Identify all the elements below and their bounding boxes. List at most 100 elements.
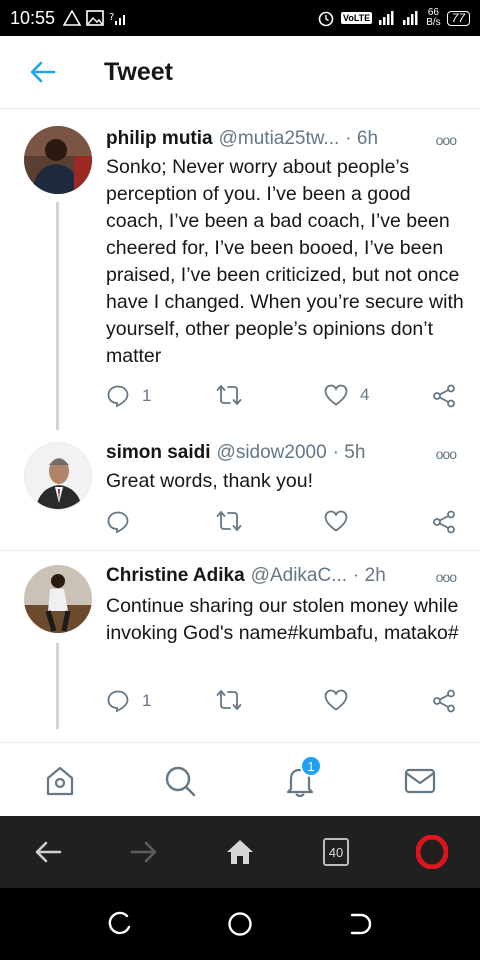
warning-icon [63,10,82,26]
retweet-icon [216,385,242,405]
heart-icon [324,510,348,532]
thread-line [56,202,59,430]
net-speed: 66 B/s [426,8,440,28]
share-button[interactable] [432,384,456,408]
tweet-meta: philip mutia @mutia25tw... · 6h [106,128,460,150]
tweet-actions: 1 4 [106,384,464,414]
like-button[interactable] [324,510,360,532]
forward-arrow-icon [130,841,157,863]
reply-button[interactable] [106,510,142,534]
tweet-3[interactable]: Christine Adika @AdikaC... · 2h ooo Cont… [0,551,480,741]
status-notification-icons: ? [63,10,127,26]
status-right: VoLTE 66 B/s 77 [317,8,470,28]
home-icon [227,840,253,864]
browser-tabs-button[interactable]: 40 [314,832,358,872]
share-icon [433,384,455,408]
more-options-icon[interactable]: ooo [436,446,457,462]
heart-icon [324,689,348,711]
back-button[interactable] [18,47,68,97]
retweet-button[interactable] [216,689,254,711]
browser-toolbar: 40 [0,816,480,888]
reply-button[interactable]: 1 [106,689,151,713]
reply-icon [107,511,129,534]
recents-icon [108,911,131,935]
reply-count: 1 [142,386,152,405]
nav-messages[interactable] [400,761,440,801]
retweet-icon [216,511,242,531]
tweet-1[interactable]: philip mutia @mutia25tw... · 6h ooo Sonk… [0,110,480,430]
share-icon [433,510,455,534]
tweet-meta: simon saidi @sidow2000 · 5h [106,442,460,464]
avatar[interactable] [24,442,92,510]
avatar[interactable] [24,126,92,194]
author-name[interactable]: Christine Adika [106,565,245,587]
author-handle[interactable]: @mutia25tw... [219,128,340,150]
recents-button[interactable] [98,902,142,946]
share-icon [433,689,455,713]
retweet-icon [216,690,242,710]
alarm-icon [318,11,334,27]
avatar[interactable] [24,565,92,633]
tweet-actions [106,510,464,540]
more-options-icon[interactable]: ooo [436,569,457,585]
tweet-text: Continue sharing our stolen money while … [106,595,459,644]
notification-badge: 1 [300,755,322,777]
image-icon [86,10,104,26]
browser-back-button[interactable] [26,832,70,872]
back-arrow-icon [35,841,62,863]
retweet-button[interactable] [216,510,254,532]
heart-icon [324,384,348,406]
page-title: Tweet [104,57,173,86]
browser-home-button[interactable] [218,832,262,872]
net-speed-unit: B/s [426,17,441,28]
like-button[interactable] [324,689,360,711]
bottom-navigation: 1 [0,742,480,816]
author-handle[interactable]: @AdikaC... [251,565,347,587]
author-handle[interactable]: @sidow2000 [217,442,327,464]
cell-signal-2-icon [403,11,418,25]
mail-icon [404,768,436,794]
battery-indicator: 77 [446,10,470,26]
signal-question-icon: ? [109,12,126,25]
back-button-system[interactable] [338,902,382,946]
cell-signal-icon [379,11,394,25]
tweet-actions: 1 [106,689,464,719]
nav-notifications[interactable]: 1 [280,755,322,801]
search-icon [165,766,196,797]
reply-count: 1 [142,691,152,710]
tweet-2[interactable]: simon saidi @sidow2000 · 5h ooo Great wo… [0,430,480,550]
tweet-time: · 6h [345,128,379,149]
tweet-time: · 5h [332,442,366,463]
share-button[interactable] [432,689,456,713]
status-time: 10:55 [10,7,56,28]
author-name[interactable]: philip mutia [106,128,213,150]
status-bar: 10:55 ? VoLTE 66 B/s 77 [0,0,480,36]
opera-menu-button[interactable] [410,832,454,872]
more-options-icon[interactable]: ooo [436,132,457,148]
tab-count: 40 [328,844,344,860]
reply-icon [107,690,129,713]
nav-home[interactable] [40,761,80,801]
system-navigation [0,888,480,960]
back-arrow-icon [30,61,56,83]
tweet-meta: Christine Adika @AdikaC... · 2h [106,565,460,587]
home-circle-icon [228,912,252,936]
back-curve-icon [350,913,372,935]
tabs-icon: 40 [323,838,349,866]
home-icon [46,766,74,796]
share-button[interactable] [432,510,456,534]
like-count: 4 [360,385,370,404]
retweet-button[interactable] [216,384,254,406]
tweet-header: Tweet [0,36,480,109]
tweet-text: Great words, thank you! [106,470,314,492]
svg-text:?: ? [109,12,114,23]
browser-forward-button[interactable] [122,832,166,872]
reply-button[interactable]: 1 [106,384,151,408]
home-button[interactable] [218,902,262,946]
tweet-text: Sonko; Never worry about people’s percep… [106,156,464,367]
tweet-time: · 2h [353,565,386,586]
nav-search[interactable] [160,761,200,801]
like-button[interactable]: 4 [324,384,369,406]
author-name[interactable]: simon saidi [106,442,211,464]
status-left: 10:55 ? [10,8,127,29]
